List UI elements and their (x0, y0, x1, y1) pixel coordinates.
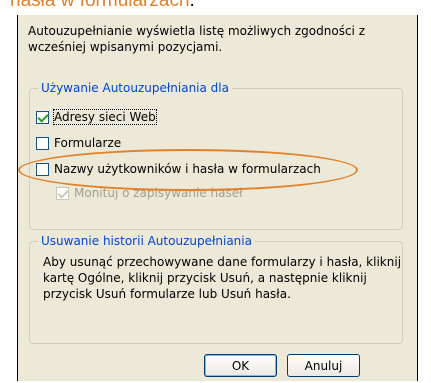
caption-text: hasła w formularzach (10, 0, 190, 11)
web-addresses-label[interactable]: Adresy sieci Web (53, 109, 157, 125)
clear-history-group: Usuwanie historii Autouzupełniania Aby u… (29, 233, 403, 344)
ok-button-label: OK (231, 358, 250, 373)
clear-history-group-title: Usuwanie historii Autouzupełniania (38, 233, 255, 249)
cancel-button[interactable]: Anuluj (287, 354, 360, 377)
caption-period: . (189, 0, 195, 11)
web-addresses-checkbox[interactable] (36, 110, 49, 124)
use-autocomplete-group-title: Używanie Autouzupełniania dla (38, 80, 232, 96)
forms-label[interactable]: Formularze (54, 136, 121, 150)
autocomplete-settings-dialog: Autouzupełnianie wyświetla listę możliwy… (17, 15, 418, 381)
forms-checkbox[interactable] (36, 136, 49, 150)
web-addresses-option[interactable]: Adresy sieci Web (36, 108, 157, 126)
highlight-ellipse (18, 149, 358, 191)
forms-option[interactable]: Formularze (36, 134, 121, 152)
intro-text: Autouzupełnianie wyświetla listę możliwy… (28, 24, 365, 54)
prompt-save-passwords-checkbox (56, 186, 69, 200)
ok-button[interactable]: OK (204, 354, 277, 377)
clear-history-help-text: Aby usunąć przechowywane dane formularzy… (43, 255, 402, 301)
cancel-button-label: Anuluj (304, 358, 343, 373)
